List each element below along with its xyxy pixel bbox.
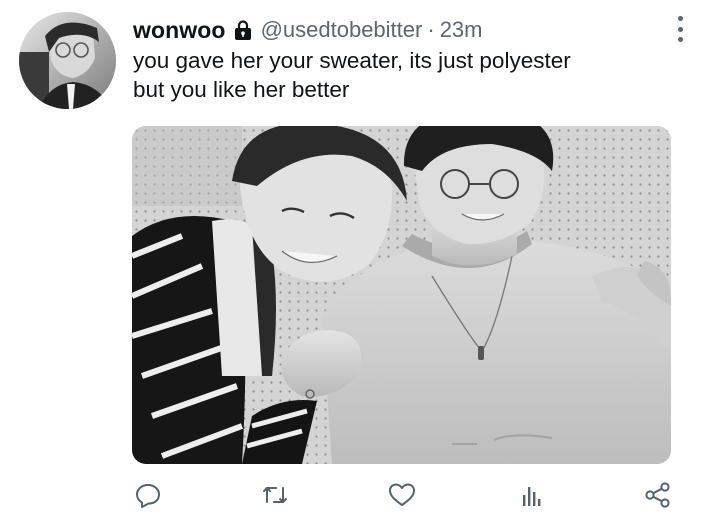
user-handle[interactable]: @usedtobebitter: [261, 17, 423, 43]
tweet-actions: [0, 478, 720, 512]
like-button[interactable]: [385, 478, 419, 512]
reply-button[interactable]: [131, 478, 165, 512]
display-name[interactable]: wonwoo: [133, 17, 226, 44]
retweet-button[interactable]: [258, 478, 292, 512]
more-options-icon-dot: [677, 26, 683, 32]
more-options-icon: [677, 16, 683, 21]
retweet-icon: [263, 487, 287, 503]
analytics-icon: [523, 487, 541, 506]
separator-dot: ·: [427, 17, 435, 42]
reply-icon: [136, 484, 160, 508]
share-icon: [645, 482, 670, 508]
like-icon: [389, 483, 415, 506]
tweet-text-line: you gave her your sweater, its just poly…: [133, 48, 571, 73]
tweet-photo[interactable]: [132, 126, 671, 464]
timestamp[interactable]: 23m: [440, 17, 483, 43]
more-options-icon-dot: [677, 37, 683, 42]
tweet-text: you gave her your sweater, its just poly…: [133, 46, 693, 104]
photo-image: [132, 126, 671, 464]
avatar[interactable]: [19, 12, 116, 109]
avatar-image: [19, 12, 116, 109]
analytics-button[interactable]: [514, 478, 548, 512]
more-options-button[interactable]: [674, 16, 686, 42]
lock-icon: [232, 19, 254, 41]
tweet[interactable]: wonwoo @usedtobebitter · 23m you gave he…: [0, 0, 720, 520]
share-button[interactable]: [641, 478, 675, 512]
tweet-header: wonwoo @usedtobebitter · 23m: [133, 14, 482, 46]
tweet-text-line: but you like her better: [133, 77, 350, 102]
